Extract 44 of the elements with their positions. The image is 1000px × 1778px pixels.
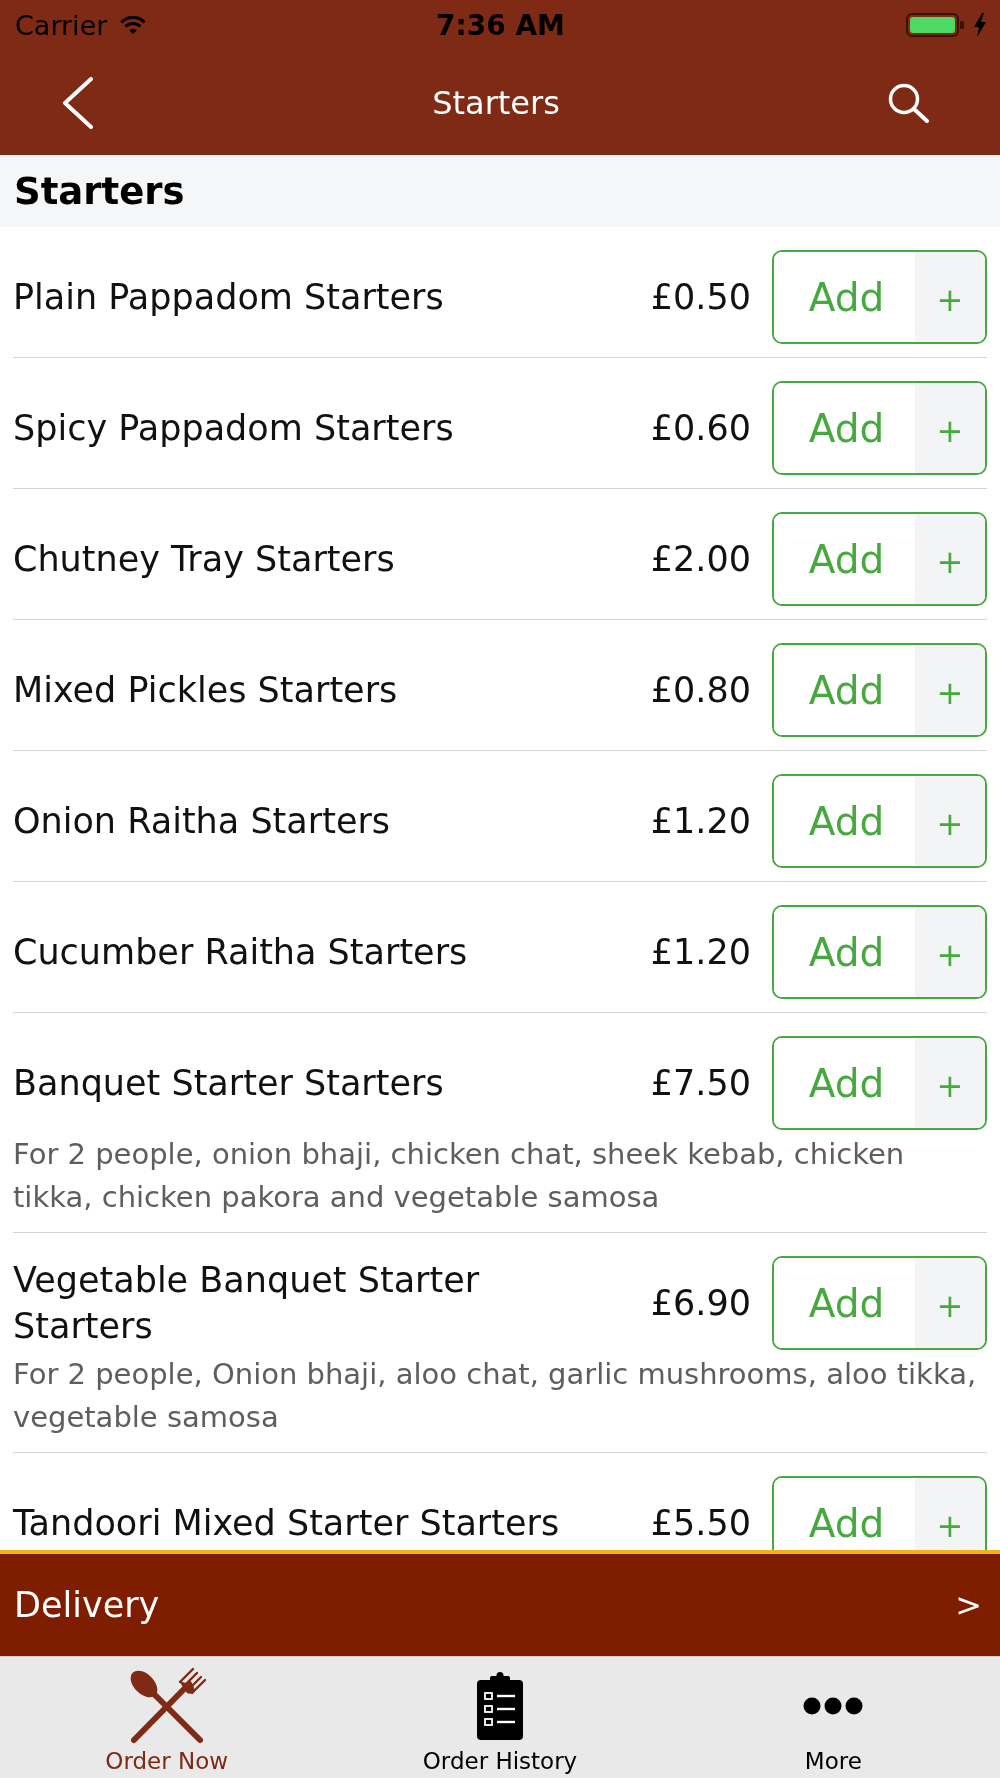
item-price: £1.20 (650, 801, 751, 841)
section-title: Starters (14, 169, 185, 213)
search-icon (888, 82, 930, 123)
item-name: Mixed Pickles Starters (13, 669, 398, 712)
item-price: £2.00 (650, 539, 751, 579)
item-price: £1.20 (650, 932, 751, 972)
item-price: £0.50 (650, 277, 751, 317)
chevron-left-icon (62, 76, 94, 129)
item-name: Banquet Starter Starters (13, 1062, 444, 1105)
wifi-icon (119, 15, 148, 35)
item-price: £7.50 (650, 1063, 751, 1103)
charging-bolt-icon (974, 13, 986, 37)
plus-button[interactable]: + (915, 1258, 985, 1348)
time-text: 7:36 AM (436, 8, 565, 42)
item-price: £0.60 (650, 408, 751, 448)
item-name: Spicy Pappadom Starters (13, 407, 454, 450)
tab[interactable]: Order Now (0, 1657, 334, 1778)
nav-title: Starters (432, 83, 560, 122)
more-dots-icon (803, 1697, 864, 1715)
item-price: £5.50 (650, 1503, 751, 1543)
plus-button[interactable]: + (915, 907, 985, 997)
tab[interactable]: Order History (333, 1657, 667, 1778)
item-price: £6.90 (650, 1283, 751, 1323)
delivery-button[interactable]: Delivery > (0, 1550, 1000, 1656)
plus-button[interactable]: + (915, 383, 985, 473)
clipboard-checklist-icon (476, 1672, 524, 1740)
item-description: For 2 people, Onion bhaji, aloo chat, garlic mushrooms, aloo tikka, vegetable samosa (13, 1356, 978, 1436)
item-description: For 2 people, onion bhaji, chicken chat, sheek kebab, chicken tikka, chicken pakora and vegetable samosa (13, 1136, 906, 1216)
item-name: Plain Pappadom Starters (13, 276, 444, 319)
plus-button[interactable]: + (915, 645, 985, 735)
plus-button[interactable]: + (915, 1038, 985, 1128)
item-name: Onion Raitha Starters (13, 800, 391, 843)
item-name: Chutney Tray Starters (13, 538, 395, 581)
item-price: £0.80 (650, 670, 751, 710)
plus-button[interactable]: + (915, 514, 985, 604)
tab[interactable]: More (666, 1657, 1000, 1778)
item-name: Tandoori Mixed Starter Starters (13, 1502, 560, 1545)
plus-button[interactable]: + (915, 252, 985, 342)
item-name: Vegetable Banquet Starter Starters (13, 1259, 481, 1348)
plus-button[interactable]: + (915, 1478, 985, 1550)
carrier-text: Carrier (15, 9, 108, 41)
item-name: Cucumber Raitha Starters (13, 931, 468, 974)
plus-button[interactable]: + (915, 776, 985, 866)
battery-icon (906, 13, 964, 37)
